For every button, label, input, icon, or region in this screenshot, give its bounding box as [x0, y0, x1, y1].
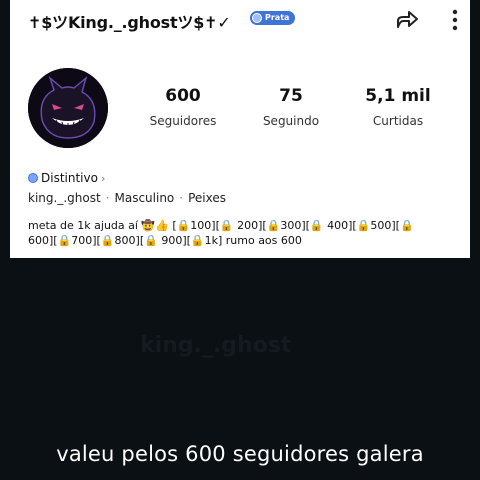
- video-caption: valeu pelos 600 seguidores galera: [56, 442, 424, 466]
- distintivo-link[interactable]: Distintivo ›: [28, 171, 105, 185]
- profile-username: ✝$ツKing._.ghostツ$✝✓: [28, 13, 231, 32]
- followers-count: 600: [165, 86, 201, 106]
- avatar[interactable]: [28, 68, 108, 148]
- likes-label: Curtidas: [372, 114, 424, 128]
- badge-label: Prata: [265, 13, 290, 22]
- likes-count: 5,1 mil: [365, 86, 431, 106]
- chevron-right-icon: ›: [100, 171, 106, 185]
- badge-icon: [252, 13, 262, 23]
- profile-header: ✝$ツKing._.ghostツ$✝✓ Prata: [28, 8, 458, 32]
- distintivo-icon: [28, 173, 38, 183]
- following-count: 75: [279, 86, 303, 106]
- bio-line-1: meta de 1k ajuda aí 🤠👍 [🔒100][🔒 200][🔒30…: [28, 219, 414, 232]
- faded-background-text: king._.ghost: [140, 333, 292, 358]
- rank-badge[interactable]: Prata: [250, 11, 296, 25]
- gengar-avatar-icon: [28, 68, 108, 148]
- separator: ·: [105, 191, 110, 205]
- likes-stat[interactable]: 5,1 mil Curtidas: [353, 86, 443, 128]
- profile-gender: Masculino: [114, 191, 175, 205]
- profile-info-line: king._.ghost · Masculino · Peixes: [28, 191, 226, 205]
- distintivo-label: Distintivo: [41, 171, 98, 185]
- following-stat[interactable]: 75 Seguindo: [246, 86, 336, 128]
- share-icon[interactable]: [394, 8, 420, 32]
- separator: ·: [179, 191, 184, 205]
- profile-handle: king._.ghost: [28, 191, 101, 205]
- bio-line-2: 600][🔒700][🔒800][🔒 900][🔒1k] rumo aos 60…: [28, 234, 302, 247]
- profile-card: ✝$ツKing._.ghostツ$✝✓ Prata 600 Seguidores…: [10, 0, 470, 258]
- followers-label: Seguidores: [149, 114, 217, 128]
- more-options-icon[interactable]: [448, 8, 462, 32]
- profile-bio: meta de 1k ajuda aí 🤠👍 [🔒100][🔒 200][🔒30…: [28, 218, 448, 248]
- followers-stat[interactable]: 600 Seguidores: [138, 86, 228, 128]
- following-label: Seguindo: [262, 114, 320, 128]
- profile-sign: Peixes: [188, 191, 226, 205]
